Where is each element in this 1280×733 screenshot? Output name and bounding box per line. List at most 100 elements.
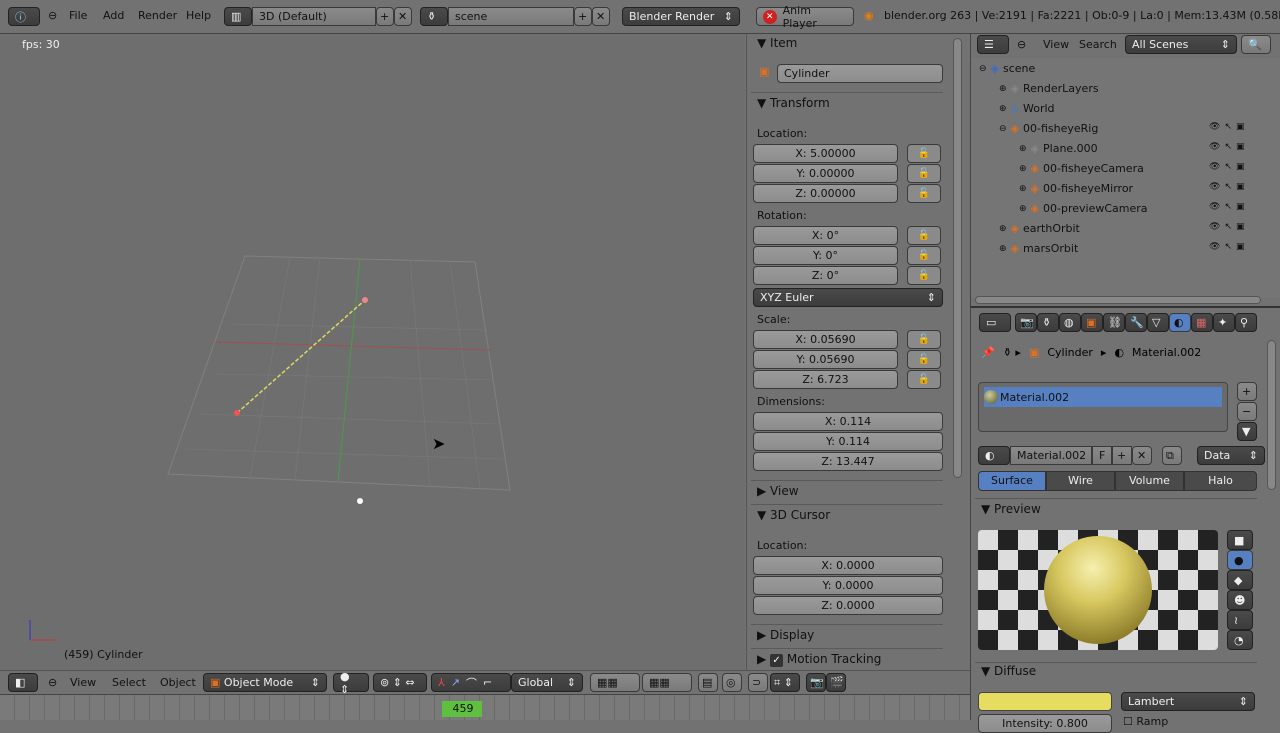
tab-surface[interactable]: Surface [978, 471, 1046, 491]
preview-flat-icon[interactable]: ■ [1227, 530, 1253, 550]
pivot-select[interactable]: ⊚ ⇕ ⇔ [373, 673, 427, 692]
layers-grid-1[interactable]: ▦▦ [590, 673, 640, 692]
cursor-select-icon[interactable]: ↖ [1224, 202, 1232, 212]
cursor-select-icon[interactable]: ↖ [1224, 242, 1232, 252]
snap-element-select[interactable]: ⌗ ⇕ [770, 673, 800, 692]
timeline[interactable]: 459 [0, 694, 970, 720]
cursor-select-icon[interactable]: ↖ [1224, 162, 1232, 172]
tab-volume[interactable]: Volume [1115, 471, 1184, 491]
scene-icon[interactable]: ⚱ [420, 7, 448, 26]
menu-view[interactable]: View [70, 676, 96, 689]
tab-wire[interactable]: Wire [1046, 471, 1115, 491]
delete-scene-button[interactable]: ✕ [592, 7, 610, 26]
collapse-icon[interactable]: ⊖ [1017, 38, 1026, 51]
expand-icon[interactable]: ⊖ [979, 64, 987, 74]
snap-icon[interactable]: ⊃ [748, 673, 768, 692]
delete-screen-button[interactable]: ✕ [394, 7, 412, 26]
preview-monkey-icon[interactable]: ☻ [1227, 590, 1253, 610]
cursor-x[interactable]: X: 0.0000 [753, 556, 943, 575]
collapse-icon[interactable]: ⊖ [48, 9, 57, 22]
eye-icon[interactable]: 👁 [1209, 242, 1220, 252]
render-camera-icon[interactable]: ▣ [1236, 182, 1245, 192]
material-tab-icon[interactable]: ◐ [1169, 313, 1191, 332]
scrollbar[interactable] [953, 38, 962, 478]
item-panel-header[interactable]: ▼ Item [757, 36, 797, 50]
intensity-slider[interactable]: Intensity: 0.800 [978, 714, 1112, 733]
dimension-y[interactable]: Y: 0.114 [753, 432, 943, 451]
outliner-scrollbar[interactable] [975, 296, 1261, 304]
scale-x[interactable]: X: 0.05690 [753, 330, 898, 349]
add-screen-button[interactable]: + [376, 7, 394, 26]
link-select[interactable]: Data ⇕ [1197, 446, 1265, 465]
render-camera-icon[interactable]: ▣ [1236, 162, 1245, 172]
eye-icon[interactable]: 👁 [1209, 202, 1220, 212]
orientation-select[interactable]: Global ⇕ [511, 673, 583, 692]
outliner-item[interactable]: ⊕ ◈ earthOrbit [999, 222, 1080, 235]
checkbox[interactable]: ✓ [770, 654, 784, 667]
outliner-item[interactable]: ⊕ ◈ World [999, 102, 1055, 115]
outliner-item[interactable]: ⊕ ◈ Plane.000 [1019, 142, 1098, 155]
particles-tab-icon[interactable]: ✦ [1213, 313, 1235, 332]
scale-y[interactable]: Y: 0.05690 [753, 350, 898, 369]
add-scene-button[interactable]: + [574, 7, 592, 26]
outliner-item[interactable]: ⊖ ◈ scene [979, 62, 1035, 75]
transform-panel-header[interactable]: ▼ Transform [757, 96, 830, 110]
visibility-toggles[interactable]: 👁 ↖ ▣ [1209, 122, 1245, 132]
menu-render[interactable]: Render [138, 9, 177, 22]
editor-type-button[interactable]: ◧ [8, 673, 38, 692]
data-tab-icon[interactable]: ▽ [1147, 313, 1169, 332]
render-animation-icon[interactable]: 🎬 [826, 673, 846, 692]
expand-icon[interactable]: ⊕ [1019, 204, 1027, 214]
rotation-x[interactable]: X: 0° [753, 226, 898, 245]
eye-icon[interactable]: 👁 [1209, 222, 1220, 232]
expand-icon[interactable]: ⊕ [1019, 184, 1027, 194]
view-panel-header[interactable]: ▶ View [757, 484, 799, 498]
lock-icon[interactable]: 🔓 [907, 164, 941, 183]
diffuse-shader-select[interactable]: Lambert ⇕ [1121, 692, 1255, 711]
render-tab-icon[interactable]: 📷 [1015, 313, 1037, 332]
remove-slot-button[interactable]: − [1237, 402, 1257, 421]
expand-icon[interactable]: ⊕ [999, 244, 1007, 254]
cursor-select-icon[interactable]: ↖ [1224, 142, 1232, 152]
lock-icon[interactable]: 🔓 [907, 330, 941, 349]
render-camera-icon[interactable]: ▣ [1236, 242, 1245, 252]
visibility-toggles[interactable]: 👁 ↖ ▣ [1209, 202, 1245, 212]
mode-select[interactable]: ▣ Object Mode ⇕ [203, 673, 327, 692]
visibility-toggles[interactable]: 👁 ↖ ▣ [1209, 222, 1245, 232]
scale-z[interactable]: Z: 6.723 [753, 370, 898, 389]
node-toggle-icon[interactable]: ⧉ [1162, 446, 1182, 465]
preview-cube-icon[interactable]: ◆ [1227, 570, 1253, 590]
eye-icon[interactable]: 👁 [1209, 142, 1220, 152]
outliner-item[interactable]: ⊕ ◈ 00-fisheyeCamera [1019, 162, 1144, 175]
outliner-editor-type[interactable]: ☰ [977, 35, 1009, 54]
outliner-menu-view[interactable]: View [1043, 38, 1069, 51]
screen-layout-field[interactable]: 3D (Default) [252, 7, 376, 26]
current-frame-marker[interactable]: 459 [442, 701, 482, 717]
cursor-y[interactable]: Y: 0.0000 [753, 576, 943, 595]
3d-cursor-panel-header[interactable]: ▼ 3D Cursor [757, 508, 830, 522]
screen-layout-icon[interactable]: ▥ [224, 7, 252, 26]
outliner-search-button[interactable]: 🔍 [1241, 35, 1271, 54]
expand-icon[interactable]: ⊕ [1019, 144, 1027, 154]
anim-player-button[interactable]: ✕ Anim Player [756, 4, 854, 30]
display-panel-header[interactable]: ▶ Display [757, 628, 814, 642]
menu-help[interactable]: Help [186, 9, 211, 22]
cursor-select-icon[interactable]: ↖ [1224, 122, 1232, 132]
dimension-x[interactable]: X: 0.114 [753, 412, 943, 431]
lock-icon[interactable]: 🔓 [907, 266, 941, 285]
lock-icon[interactable]: 🔓 [907, 184, 941, 203]
preview-sky-icon[interactable]: ◔ [1227, 630, 1253, 650]
proportional-edit-icon[interactable]: ◎ [722, 673, 742, 692]
diffuse-panel-header[interactable]: ▼ Diffuse [981, 664, 1036, 678]
expand-icon[interactable]: ⊖ [999, 124, 1007, 134]
ramp-checkbox[interactable]: ☐ Ramp [1123, 715, 1168, 728]
preview-panel-header[interactable]: ▼ Preview [981, 502, 1041, 516]
lock-icon[interactable]: 🔓 [907, 350, 941, 369]
3d-viewport[interactable]: fps: 30 ➤ (459) Cylinder [0, 34, 745, 670]
properties-scrollbar[interactable] [1267, 340, 1276, 490]
lock-icon[interactable]: 🔓 [907, 246, 941, 265]
location-y[interactable]: Y: 0.00000 [753, 164, 898, 183]
preview-hair-icon[interactable]: ≀ [1227, 610, 1253, 630]
render-camera-icon[interactable]: ▣ [1236, 222, 1245, 232]
visibility-toggles[interactable]: 👁 ↖ ▣ [1209, 242, 1245, 252]
